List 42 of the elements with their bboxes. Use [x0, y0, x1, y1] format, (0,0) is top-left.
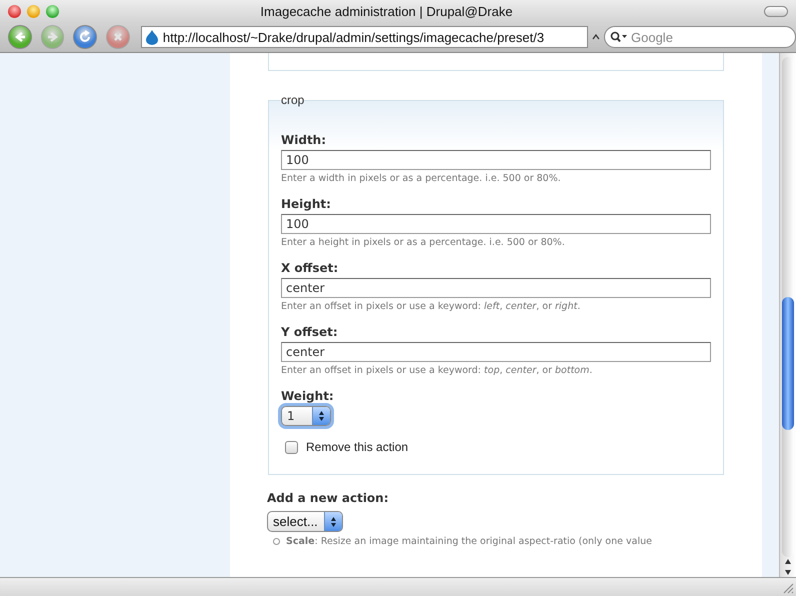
radio-button[interactable] [273, 538, 280, 545]
text-field[interactable]: center [281, 342, 711, 362]
reload-button[interactable] [73, 25, 98, 49]
back-button[interactable] [8, 25, 32, 49]
scroll-arrows-icon[interactable] [783, 557, 793, 577]
checkbox-label: Remove this action [306, 440, 408, 454]
scrollbar[interactable] [779, 53, 796, 577]
help-text: Enter an offset in pixels or use a keyword: top, center, or bottom. [281, 365, 594, 376]
drop-icon [144, 29, 159, 45]
checkbox[interactable] [285, 440, 298, 454]
resize-grip-icon[interactable] [782, 582, 794, 594]
search-icon[interactable] [610, 31, 628, 43]
caret-icon[interactable] [592, 34, 600, 40]
field-label: Width: [281, 133, 328, 147]
window-title: Imagecache administration | Drupal@Drake [259, 4, 514, 18]
address-field[interactable]: http://localhost/~Drake/drupal/admin/settings/imagecache/preset/3 [140, 26, 588, 48]
up-down-arrows-icon [318, 410, 325, 422]
action-select[interactable]: select... [267, 511, 343, 532]
field-label: Weight: [281, 389, 334, 403]
left-arrow-icon [12, 30, 27, 44]
help-text: Enter a width in pixels or as a percentage. i.e. 500 or 80%. [281, 173, 562, 184]
field-label: X offset: [281, 261, 340, 275]
close-icon[interactable] [8, 4, 21, 18]
refresh-icon [78, 30, 92, 44]
up-down-arrows-icon [330, 516, 337, 528]
toolbar-toggle-icon[interactable] [764, 6, 788, 16]
help-text: Enter a height in pixels or as a percentage. i.e. 500 or 80%. [281, 237, 566, 248]
search-field[interactable]: Google [604, 26, 796, 48]
option-description: Scale: Resize an image maintaining the original aspect-ratio (only one value [286, 536, 652, 547]
right-arrow-icon [46, 30, 60, 44]
help-text: Enter an offset in pixels or use a keyword: left, center, or right. [281, 301, 582, 312]
field-label: Y offset: [281, 325, 339, 339]
fieldset-legend: crop [281, 93, 304, 107]
text-field[interactable]: 100 [281, 214, 711, 234]
minimize-icon[interactable] [27, 4, 40, 18]
scroll-thumb[interactable] [782, 297, 794, 430]
text-field[interactable]: 100 [281, 150, 711, 170]
weight-select[interactable]: 1 [281, 406, 331, 426]
text-field[interactable]: center [281, 278, 711, 298]
field-label: Height: [281, 197, 332, 211]
zoom-icon[interactable] [46, 4, 59, 18]
field-label: Add a new action: [267, 491, 389, 505]
